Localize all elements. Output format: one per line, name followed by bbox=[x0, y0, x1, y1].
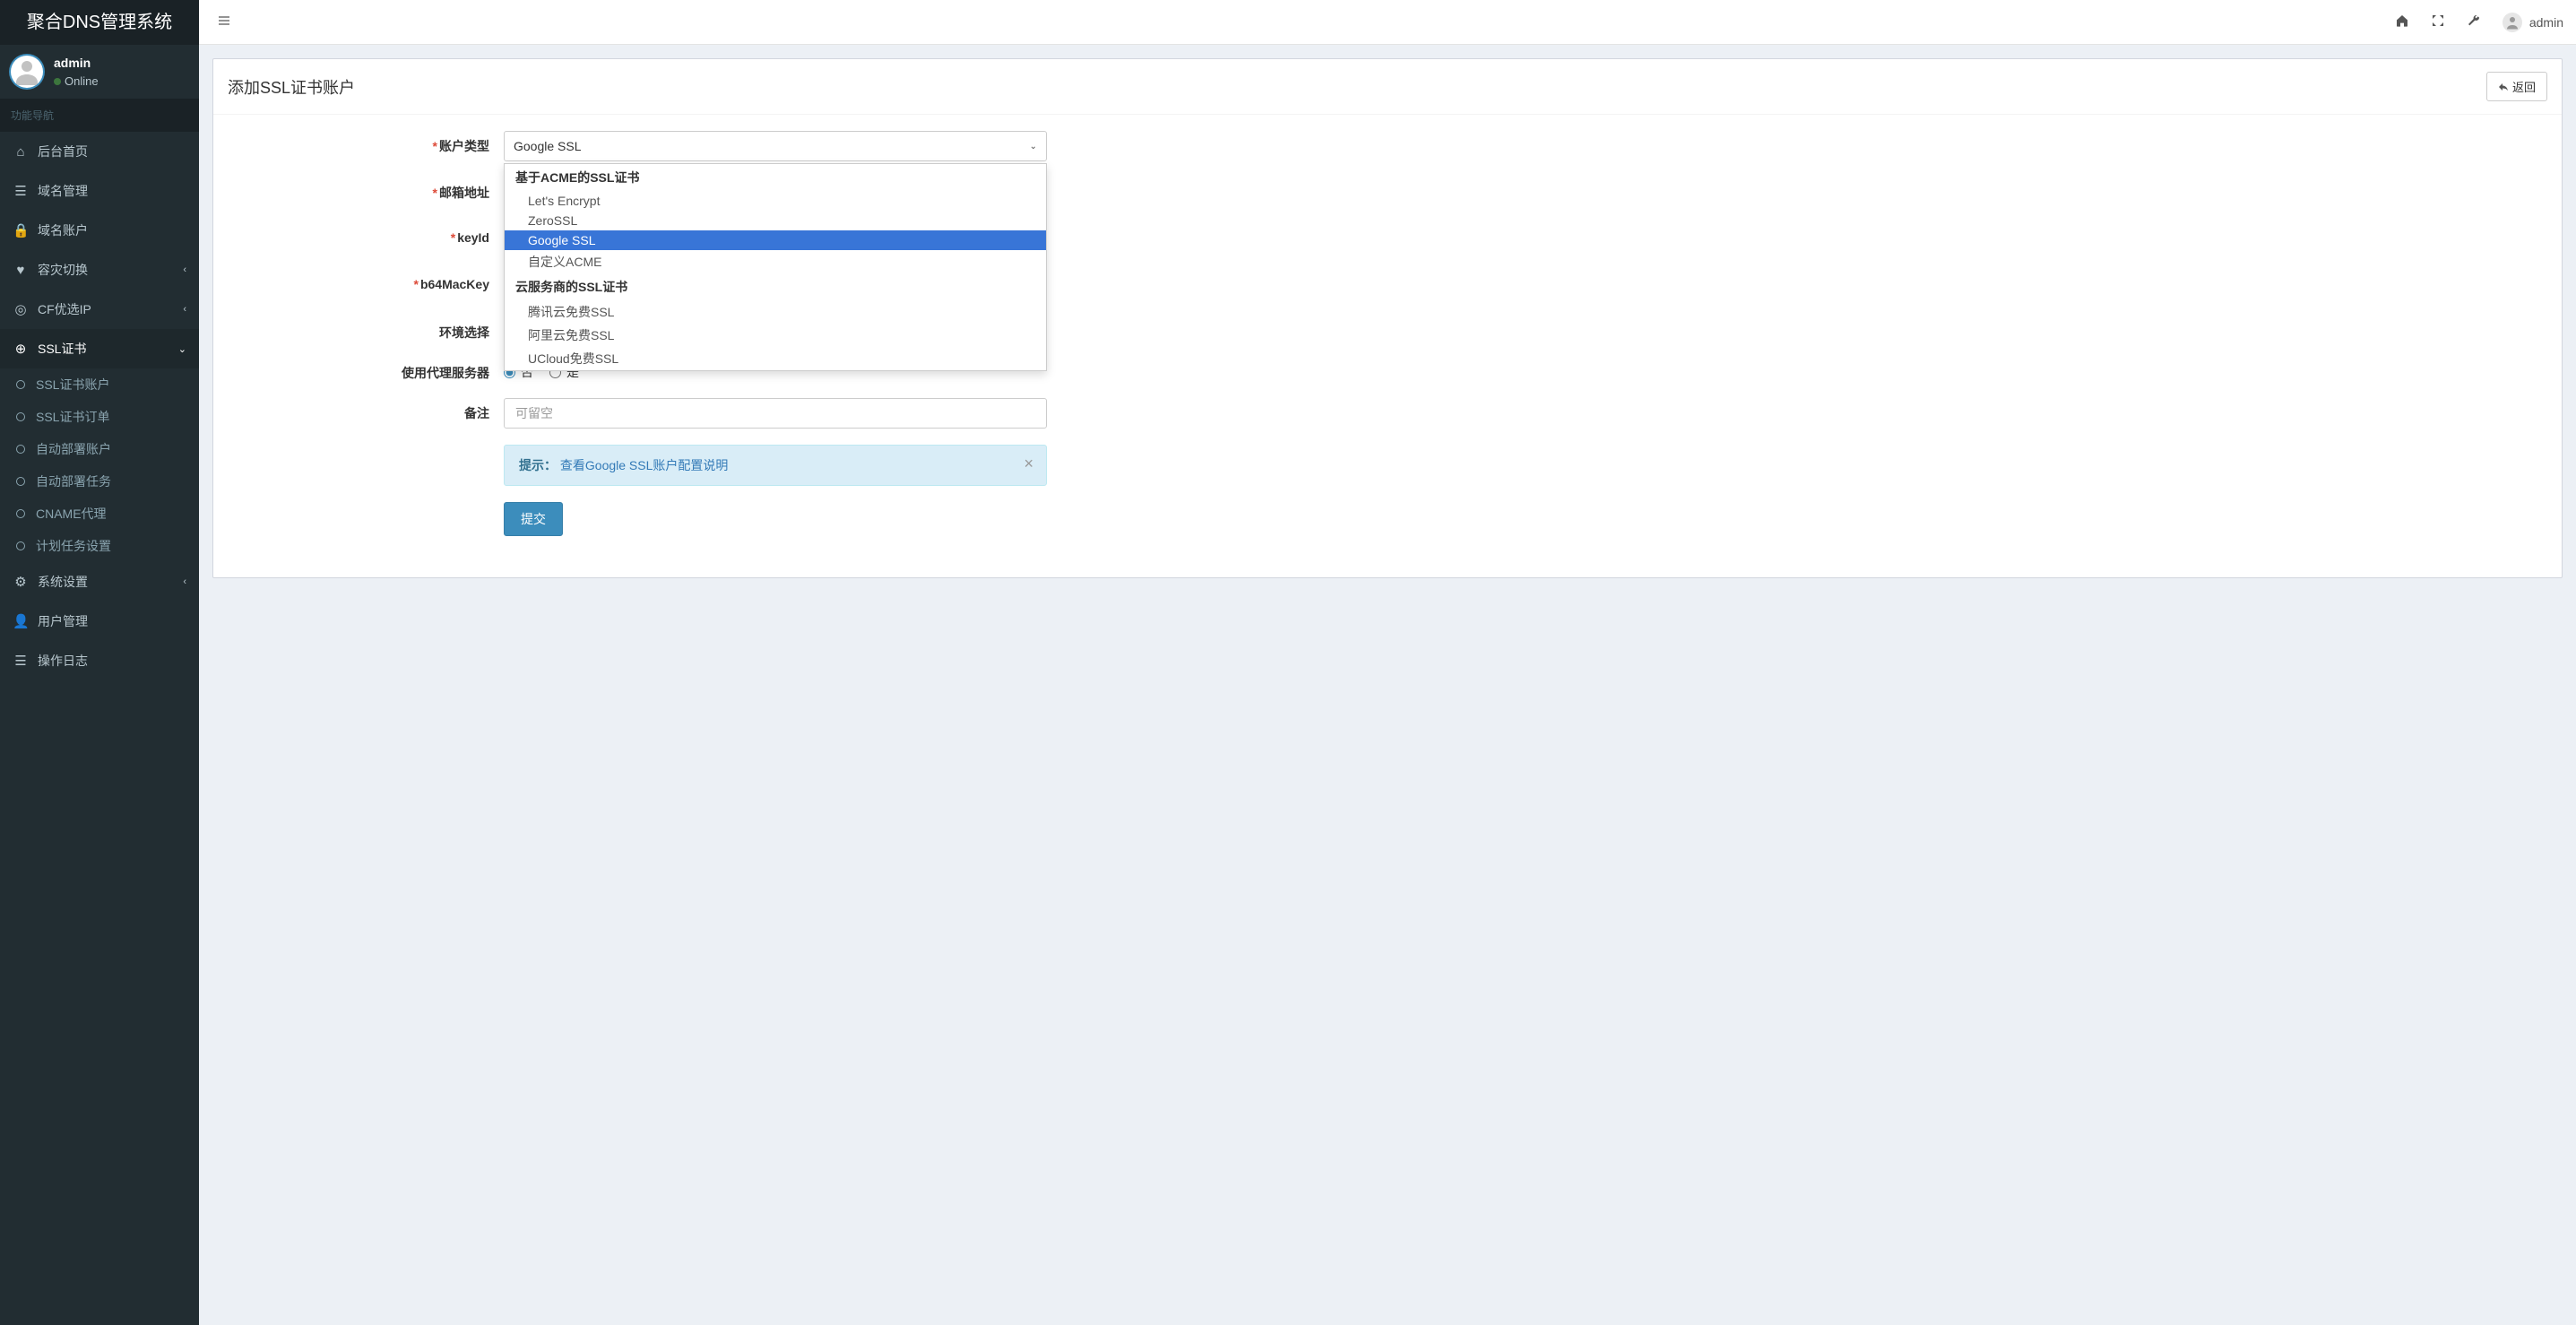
dd-opt-googlessl[interactable]: Google SSL bbox=[505, 230, 1046, 250]
sidebar-item-failover[interactable]: ♥容灾切换‹ bbox=[0, 250, 199, 290]
menu-toggle-button[interactable] bbox=[212, 8, 237, 36]
chevron-left-icon: ‹ bbox=[183, 304, 186, 315]
sidebar-sub-ssl-accounts[interactable]: SSL证书账户 bbox=[0, 368, 199, 401]
label-env: 环境选择 bbox=[228, 317, 504, 342]
label-remark: 备注 bbox=[228, 398, 504, 422]
account-type-select[interactable]: Google SSL ⌄ bbox=[504, 131, 1047, 161]
label-type: *账户类型 bbox=[228, 131, 504, 155]
sidebar-sub-cname[interactable]: CNAME代理 bbox=[0, 498, 199, 530]
topbar-username: admin bbox=[2529, 15, 2563, 30]
list-icon: ☰ bbox=[13, 653, 29, 669]
row-submit: 提交 bbox=[228, 502, 2547, 536]
sidebar-sub-cron[interactable]: 计划任务设置 bbox=[0, 530, 199, 562]
account-type-dropdown: 基于ACME的SSL证书 Let's Encrypt ZeroSSL Googl… bbox=[504, 163, 1047, 371]
remark-input[interactable] bbox=[504, 398, 1047, 429]
sidebar-item-ssl[interactable]: ⊕SSL证书⌄ bbox=[0, 329, 199, 368]
sidebar-item-cfip[interactable]: ◎CF优选IP‹ bbox=[0, 290, 199, 329]
app-title: 聚合DNS管理系统 bbox=[0, 0, 199, 45]
sidebar-item-users[interactable]: 👤用户管理 bbox=[0, 602, 199, 641]
dd-opt-custom-acme[interactable]: 自定义ACME bbox=[505, 250, 1046, 273]
sidebar-sub-deploy-accounts[interactable]: 自动部署账户 bbox=[0, 433, 199, 465]
avatar-small bbox=[2503, 13, 2522, 32]
label-email: *邮箱地址 bbox=[228, 178, 504, 202]
home-button[interactable] bbox=[2395, 13, 2409, 30]
panel-body: *账户类型 Google SSL ⌄ 基于ACME的SSL证书 Let's En… bbox=[213, 115, 2562, 577]
expand-icon bbox=[2431, 13, 2445, 28]
bullet-icon bbox=[16, 445, 25, 454]
bullet-icon bbox=[16, 477, 25, 486]
row-remark: 备注 bbox=[228, 398, 2547, 429]
tools-button[interactable] bbox=[2467, 13, 2481, 30]
content: 添加SSL证书账户 返回 *账户类型 Google SSL ⌄ 基于A bbox=[199, 45, 2576, 592]
home-icon: ⌂ bbox=[13, 144, 29, 160]
user-menu[interactable]: admin bbox=[2503, 13, 2563, 32]
fullscreen-button[interactable] bbox=[2431, 13, 2445, 30]
sidebar-item-logs[interactable]: ☰操作日志 bbox=[0, 641, 199, 680]
panel: 添加SSL证书账户 返回 *账户类型 Google SSL ⌄ 基于A bbox=[212, 58, 2563, 578]
heart-icon: ♥ bbox=[13, 263, 29, 278]
list-icon: ☰ bbox=[13, 183, 29, 199]
user-panel: admin Online bbox=[0, 45, 199, 99]
bullet-icon bbox=[16, 541, 25, 550]
row-type: *账户类型 Google SSL ⌄ 基于ACME的SSL证书 Let's En… bbox=[228, 131, 2547, 161]
chevron-down-icon: ⌄ bbox=[1030, 142, 1037, 152]
bullet-icon bbox=[16, 412, 25, 421]
dd-group-acme: 基于ACME的SSL证书 bbox=[505, 164, 1046, 191]
sidebar-sub-ssl-orders[interactable]: SSL证书订单 bbox=[0, 401, 199, 433]
info-alert: 提示： 查看Google SSL账户配置说明 × bbox=[504, 445, 1047, 486]
shield-icon: ⊕ bbox=[13, 341, 29, 357]
nav-header: 功能导航 bbox=[0, 99, 199, 132]
wrench-icon bbox=[2467, 13, 2481, 28]
menu-icon bbox=[217, 13, 231, 28]
row-alert: 提示： 查看Google SSL账户配置说明 × bbox=[228, 445, 2547, 486]
home-icon bbox=[2395, 13, 2409, 28]
dd-opt-ucloud[interactable]: UCloud免费SSL bbox=[505, 347, 1046, 370]
sidebar-item-domain[interactable]: ☰域名管理 bbox=[0, 171, 199, 211]
alert-close-button[interactable]: × bbox=[1024, 455, 1033, 473]
select-value: Google SSL bbox=[514, 139, 582, 153]
bullet-icon bbox=[16, 380, 25, 389]
alert-link[interactable]: 查看Google SSL账户配置说明 bbox=[560, 458, 729, 472]
avatar bbox=[9, 54, 45, 90]
chevron-down-icon: ⌄ bbox=[178, 343, 186, 355]
user-name: admin bbox=[54, 56, 99, 71]
chevron-left-icon: ‹ bbox=[183, 576, 186, 587]
sidebar-item-home[interactable]: ⌂后台首页 bbox=[0, 132, 199, 171]
bullet-icon bbox=[16, 509, 25, 518]
label-proxy: 使用代理服务器 bbox=[228, 358, 504, 382]
panel-title: 添加SSL证书账户 bbox=[228, 75, 2486, 99]
user-status: Online bbox=[54, 74, 99, 89]
dd-opt-tencent[interactable]: 腾讯云免费SSL bbox=[505, 300, 1046, 324]
globe-icon: ◎ bbox=[13, 301, 29, 317]
reply-icon bbox=[2498, 82, 2509, 92]
chevron-left-icon: ‹ bbox=[183, 264, 186, 275]
main: admin 添加SSL证书账户 返回 *账户类型 Google SSL bbox=[199, 0, 2576, 592]
alert-prefix: 提示： bbox=[519, 458, 557, 472]
user-icon: 👤 bbox=[13, 613, 29, 629]
user-info: admin Online bbox=[54, 56, 99, 88]
lock-icon: 🔒 bbox=[13, 222, 29, 238]
sidebar: 聚合DNS管理系统 admin Online 功能导航 ⌂后台首页 ☰域名管理 … bbox=[0, 0, 199, 1325]
dd-group-cloud: 云服务商的SSL证书 bbox=[505, 273, 1046, 300]
sidebar-sub-deploy-tasks[interactable]: 自动部署任务 bbox=[0, 465, 199, 498]
user-icon bbox=[2504, 14, 2520, 30]
label-mackey: *b64MacKey bbox=[228, 271, 504, 291]
gear-icon: ⚙ bbox=[13, 574, 29, 590]
dd-opt-zerossl[interactable]: ZeroSSL bbox=[505, 211, 1046, 230]
dd-opt-letsencrypt[interactable]: Let's Encrypt bbox=[505, 191, 1046, 211]
panel-header: 添加SSL证书账户 返回 bbox=[213, 59, 2562, 115]
status-dot-icon bbox=[54, 78, 61, 85]
label-keyid: *keyId bbox=[228, 224, 504, 245]
user-icon bbox=[11, 56, 43, 88]
sidebar-item-account[interactable]: 🔒域名账户 bbox=[0, 211, 199, 250]
dd-opt-aliyun[interactable]: 阿里云免费SSL bbox=[505, 324, 1046, 347]
back-button[interactable]: 返回 bbox=[2486, 72, 2547, 101]
topbar: admin bbox=[199, 0, 2576, 45]
sidebar-item-settings[interactable]: ⚙系统设置‹ bbox=[0, 562, 199, 602]
submit-button[interactable]: 提交 bbox=[504, 502, 563, 536]
